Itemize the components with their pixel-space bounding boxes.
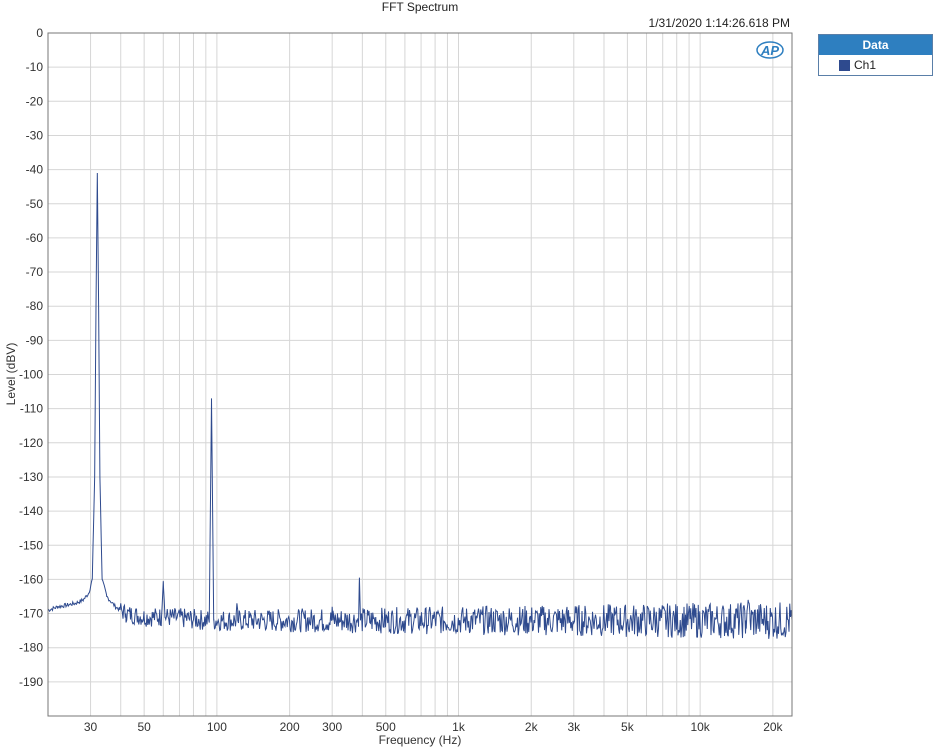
y-tick-label: -50: [26, 197, 44, 211]
y-tick-label: -180: [19, 641, 43, 655]
y-tick-label: -20: [26, 94, 44, 108]
x-tick-label: 300: [322, 720, 342, 734]
y-tick-label: -100: [19, 368, 43, 382]
y-tick-label: -60: [26, 231, 44, 245]
x-tick-label: 3k: [567, 720, 581, 734]
y-tick-label: -80: [26, 299, 44, 313]
y-tick-label: -30: [26, 128, 44, 142]
y-tick-label: -90: [26, 333, 44, 347]
x-tick-label: 2k: [525, 720, 539, 734]
y-tick-label: -130: [19, 470, 43, 484]
chart-timestamp: 1/31/2020 1:14:26.618 PM: [649, 16, 790, 30]
x-axis-label: Frequency (Hz): [379, 733, 462, 747]
x-tick-label: 20k: [763, 720, 783, 734]
series-ch1-line: [47, 173, 793, 639]
fft-chart: 0 -10 -20 -30 -40 -50 -60 -70 -80 -90 -100 -110 -120…: [4, 0, 793, 747]
x-tick-label: 10k: [690, 720, 710, 734]
x-tick-label: 5k: [621, 720, 635, 734]
x-tick-label: 50: [137, 720, 151, 734]
y-tick-label: -140: [19, 504, 43, 518]
y-tick-label: -170: [19, 607, 43, 621]
y-tick-label: -190: [19, 675, 43, 689]
x-tick-label: 30: [84, 720, 98, 734]
y-tick-label: -120: [19, 436, 43, 450]
chart-title: FFT Spectrum: [382, 0, 458, 14]
ap-logo-icon: AP: [756, 41, 784, 59]
y-tick-labels: 0 -10 -20 -30 -40 -50 -60 -70 -80 -90 -100 -110 -120…: [19, 26, 43, 689]
legend-item-ch1[interactable]: Ch1: [819, 55, 932, 75]
ap-logo-text: AP: [760, 43, 779, 58]
y-tick-label: -160: [19, 572, 43, 586]
x-tick-label: 500: [376, 720, 396, 734]
y-tick-label: -150: [19, 538, 43, 552]
trace-layer: [47, 173, 793, 639]
y-tick-label: -40: [26, 163, 44, 177]
y-tick-label: -10: [26, 60, 44, 74]
legend-swatch-ch1: [839, 59, 850, 71]
y-tick-label: -70: [26, 265, 44, 279]
legend-label-ch1: Ch1: [854, 58, 877, 72]
x-tick-label: 100: [207, 720, 227, 734]
y-tick-label: -110: [20, 402, 43, 416]
legend: Data Ch1: [818, 34, 933, 76]
y-axis-label: Level (dBV): [4, 343, 18, 406]
x-tick-label: 200: [280, 720, 300, 734]
legend-title: Data: [819, 35, 932, 55]
x-tick-label: 1k: [452, 720, 466, 734]
y-tick-label: 0: [36, 26, 43, 40]
x-tick-labels: 30 50 100 200 300 500 1k 2k 3k 5k 10k 20k: [84, 720, 784, 734]
